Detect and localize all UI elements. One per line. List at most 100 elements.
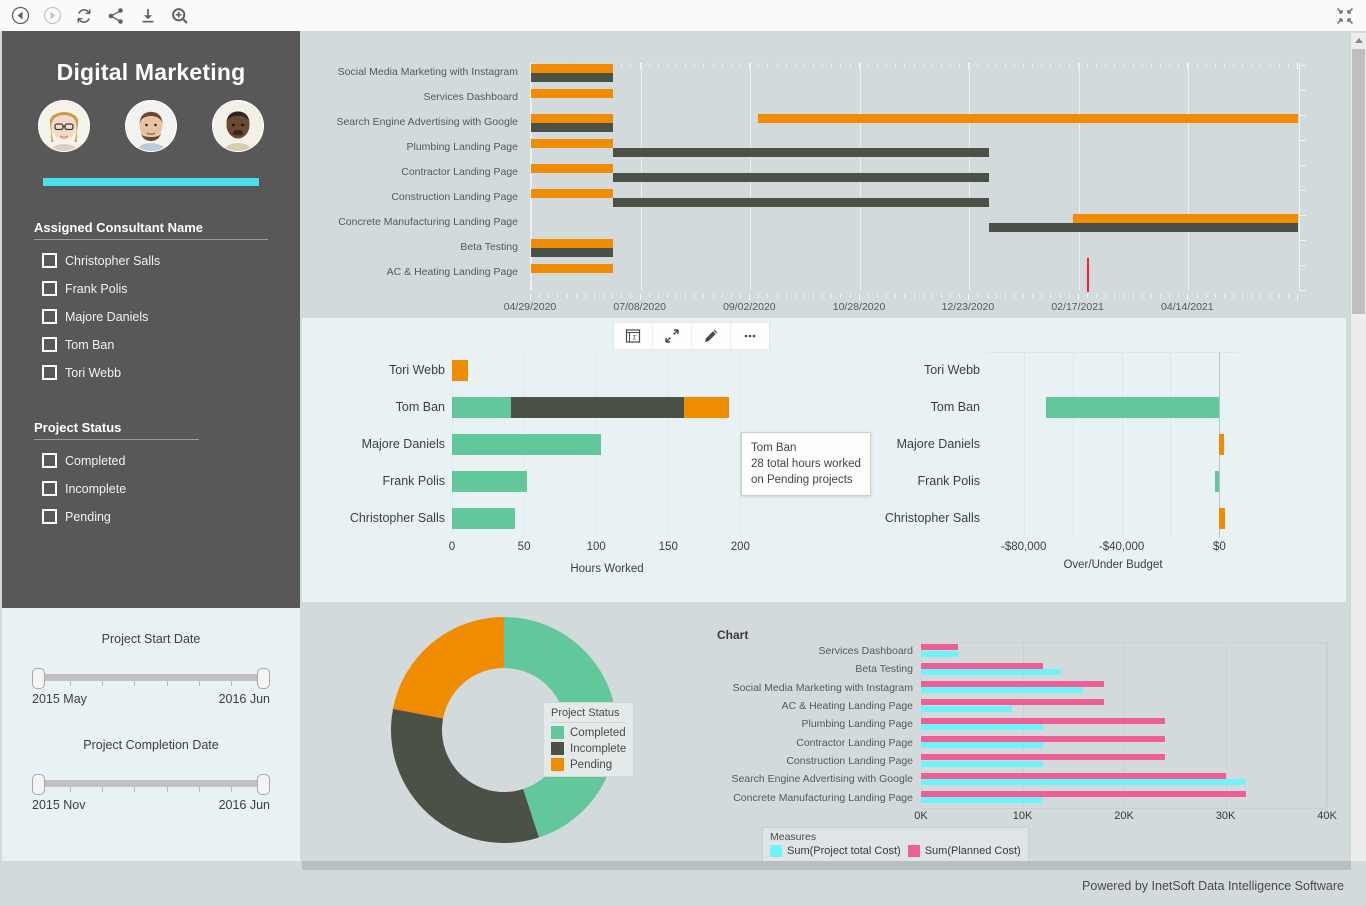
gantt-row[interactable]: Services Dashboard: [302, 85, 1346, 110]
gantt-bar-planned[interactable]: [531, 114, 614, 123]
gantt-bar-planned[interactable]: [531, 239, 614, 248]
horizontal-scrollbar[interactable]: [302, 861, 1351, 870]
checkbox[interactable]: [42, 453, 57, 468]
bar-row[interactable]: Search Engine Advertising with Google: [717, 770, 1327, 788]
gantt-bar-planned[interactable]: [1073, 214, 1298, 223]
vertical-scrollbar[interactable]: [1350, 33, 1366, 861]
bar-segment-completed[interactable]: [452, 471, 527, 492]
gantt-bar-actual[interactable]: [613, 173, 989, 182]
bar-row[interactable]: Plumbing Landing Page: [717, 715, 1327, 733]
bar-segment[interactable]: [1219, 508, 1226, 529]
bar-segment[interactable]: [1219, 434, 1225, 455]
gantt-row[interactable]: Concrete Manufacturing Landing Page: [302, 210, 1346, 235]
filter-option-tori-webb[interactable]: Tori Webb: [34, 365, 268, 380]
gantt-row[interactable]: Search Engine Advertising with Google: [302, 110, 1346, 135]
bar-row[interactable]: Tori Webb: [302, 352, 832, 389]
gantt-bar-planned[interactable]: [531, 89, 614, 98]
checkbox[interactable]: [42, 481, 57, 496]
bar-planned-cost[interactable]: [921, 754, 1165, 761]
gantt-bar-planned[interactable]: [758, 114, 1298, 123]
bar-planned-cost[interactable]: [921, 790, 1246, 797]
slider-handle-max[interactable]: [257, 774, 270, 795]
slider-track[interactable]: [32, 774, 270, 796]
project-status-donut[interactable]: Project Status Completed Incomplete Pend…: [388, 614, 635, 846]
gantt-bar-actual[interactable]: [531, 123, 614, 132]
gantt-bar-actual[interactable]: [531, 248, 614, 257]
slider-handle-min[interactable]: [32, 774, 45, 795]
bar-project-total-cost[interactable]: [921, 650, 958, 657]
checkbox[interactable]: [42, 509, 57, 524]
bar-project-total-cost[interactable]: [921, 742, 1043, 749]
gantt-bar-planned[interactable]: [531, 64, 614, 73]
checkbox[interactable]: [42, 309, 57, 324]
legend-item-pending[interactable]: Pending: [551, 758, 626, 771]
refresh-icon[interactable]: [70, 2, 98, 30]
bar-project-total-cost[interactable]: [921, 723, 1043, 730]
donut-slice-pending[interactable]: [393, 617, 504, 719]
gantt-bar-actual[interactable]: [988, 223, 1298, 232]
slider-track[interactable]: [32, 668, 270, 690]
bar-segment-completed[interactable]: [452, 434, 601, 455]
legend-item-incomplete[interactable]: Incomplete: [551, 742, 626, 755]
gantt-bar-planned[interactable]: [531, 189, 614, 198]
checkbox[interactable]: [42, 365, 57, 380]
bar-row[interactable]: Majore Daniels: [832, 426, 1346, 463]
bar-planned-cost[interactable]: [921, 644, 958, 651]
gantt-bar-planned[interactable]: [531, 164, 614, 173]
bar-project-total-cost[interactable]: [921, 797, 1043, 804]
bar-row[interactable]: Construction Landing Page: [717, 752, 1327, 770]
forward-icon[interactable]: [38, 2, 66, 30]
bar-planned-cost[interactable]: [921, 735, 1165, 742]
filter-option-majore-daniels[interactable]: Majore Daniels: [34, 309, 268, 324]
bar-row[interactable]: Beta Testing: [717, 660, 1327, 678]
bar-row[interactable]: Tori Webb: [832, 352, 1346, 389]
gantt-row[interactable]: Beta Testing: [302, 235, 1346, 260]
bar-row[interactable]: Concrete Manufacturing Landing Page: [717, 789, 1327, 807]
bar-project-total-cost[interactable]: [921, 760, 1043, 767]
gantt-bar-actual[interactable]: [613, 198, 989, 207]
bar-project-total-cost[interactable]: [921, 705, 1013, 712]
gantt-bar-actual[interactable]: [531, 73, 614, 82]
bar-segment[interactable]: [1215, 471, 1220, 492]
checkbox[interactable]: [42, 337, 57, 352]
zoom-in-icon[interactable]: [166, 2, 194, 30]
bar-segment-completed[interactable]: [452, 508, 516, 529]
scroll-up-icon[interactable]: [1351, 33, 1366, 48]
checkbox[interactable]: [42, 253, 57, 268]
gantt-row[interactable]: Social Media Marketing with Instagram: [302, 60, 1346, 85]
bar-planned-cost[interactable]: [921, 772, 1226, 779]
gantt-row[interactable]: AC & Heating Landing Page: [302, 260, 1346, 285]
edit-icon[interactable]: [692, 323, 731, 349]
bar-row[interactable]: Contractor Landing Page: [717, 734, 1327, 752]
bar-row[interactable]: Social Media Marketing with Instagram: [717, 679, 1327, 697]
share-icon[interactable]: [102, 2, 130, 30]
over-under-budget-chart[interactable]: Tori Webb Tom Ban Majore Daniels Frank Poli…: [832, 352, 1346, 598]
legend-item-planned-cost[interactable]: Sum(Planned Cost): [907, 845, 1021, 857]
gantt-row[interactable]: Contractor Landing Page: [302, 160, 1346, 185]
filter-option-pending[interactable]: Pending: [34, 509, 268, 524]
filter-option-christopher-salls[interactable]: Christopher Salls: [34, 253, 268, 268]
gantt-row[interactable]: Plumbing Landing Page: [302, 135, 1346, 160]
bar-segment-completed[interactable]: [452, 397, 512, 418]
scrollbar-thumb[interactable]: [302, 861, 1351, 870]
bar-row[interactable]: Services Dashboard: [717, 642, 1327, 660]
cost-chart[interactable]: Services Dashboard Beta Testing Social Med…: [717, 642, 1328, 809]
expand-icon[interactable]: [653, 323, 692, 349]
bar-project-total-cost[interactable]: [921, 668, 1061, 675]
slider-handle-min[interactable]: [32, 668, 45, 689]
bar-row[interactable]: Tom Ban: [832, 389, 1346, 426]
bar-row[interactable]: AC & Heating Landing Page: [717, 697, 1327, 715]
bar-row[interactable]: Christopher Salls: [832, 500, 1346, 537]
bar-segment-pending[interactable]: [684, 397, 729, 418]
legend-item-project-total-cost[interactable]: Sum(Project total Cost): [770, 845, 901, 857]
scrollbar-thumb[interactable]: [1352, 49, 1365, 314]
bar-row[interactable]: Christopher Salls: [302, 500, 832, 537]
download-icon[interactable]: [134, 2, 162, 30]
show-data-icon[interactable]: Σ: [614, 323, 653, 349]
bar-planned-cost[interactable]: [921, 680, 1104, 687]
filter-option-incomplete[interactable]: Incomplete: [34, 481, 268, 496]
bar-row[interactable]: Tom Ban: [302, 389, 832, 426]
gantt-row[interactable]: Construction Landing Page: [302, 185, 1346, 210]
bar-planned-cost[interactable]: [921, 699, 1104, 706]
donut-slice-incomplete[interactable]: [391, 708, 539, 843]
